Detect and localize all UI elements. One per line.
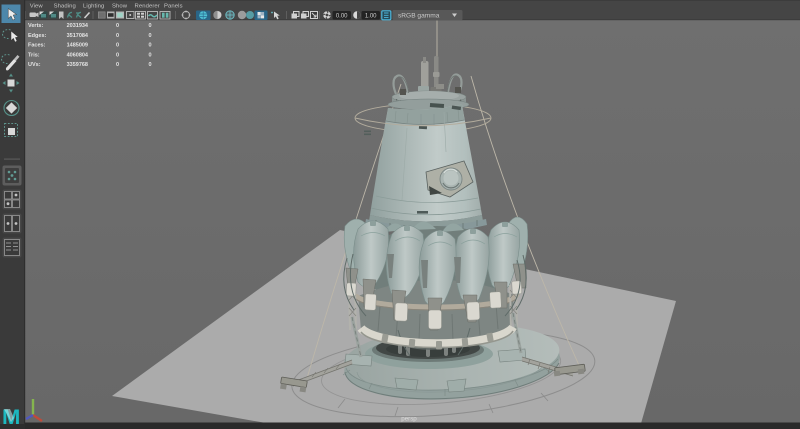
svg-text:0.00: 0.00 xyxy=(336,13,348,19)
svg-text:0: 0 xyxy=(116,62,119,68)
svg-text:Shading: Shading xyxy=(54,3,76,9)
svg-text:0: 0 xyxy=(148,33,151,39)
svg-text:3517084: 3517084 xyxy=(67,33,89,39)
svg-text:0: 0 xyxy=(116,23,119,29)
svg-text:0: 0 xyxy=(116,52,119,58)
svg-text:0: 0 xyxy=(116,43,119,49)
svg-text:Renderer: Renderer xyxy=(135,3,160,9)
svg-text:Lighting: Lighting xyxy=(83,3,104,9)
svg-text:persp: persp xyxy=(401,416,417,423)
svg-text:0: 0 xyxy=(116,33,119,39)
svg-text:sRGB gamma: sRGB gamma xyxy=(398,13,440,20)
svg-text:View: View xyxy=(30,3,44,9)
svg-text:0: 0 xyxy=(148,52,151,58)
svg-text:3359768: 3359768 xyxy=(67,62,88,68)
svg-text:Edges:: Edges: xyxy=(28,33,47,39)
svg-text:4060804: 4060804 xyxy=(67,52,89,58)
svg-text:Tris:: Tris: xyxy=(28,52,40,58)
svg-text:Faces:: Faces: xyxy=(28,43,46,49)
svg-text:Show: Show xyxy=(112,3,128,9)
svg-text:1.00: 1.00 xyxy=(365,13,377,19)
svg-text:UVs:: UVs: xyxy=(28,62,41,68)
svg-text:0: 0 xyxy=(148,43,151,49)
svg-text:2031934: 2031934 xyxy=(67,23,89,29)
svg-text:Panels: Panels xyxy=(164,3,183,9)
svg-text:Verts:: Verts: xyxy=(28,23,43,29)
svg-text:0: 0 xyxy=(148,23,151,29)
svg-text:0: 0 xyxy=(148,62,151,68)
svg-text:1485009: 1485009 xyxy=(67,43,88,49)
